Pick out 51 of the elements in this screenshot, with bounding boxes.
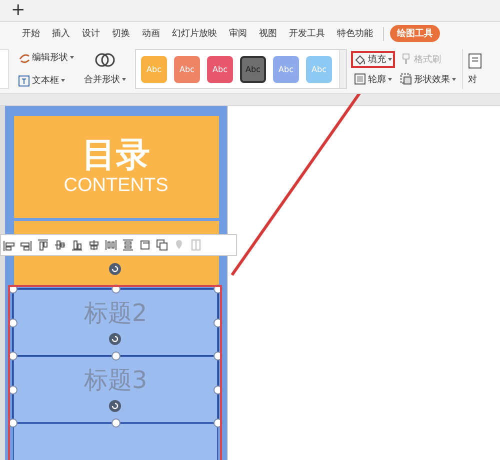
menu-tab[interactable]: 视图: [253, 27, 283, 40]
heading-text: 标题3: [84, 368, 148, 392]
align-right-icon[interactable]: [20, 239, 32, 251]
new-tab-button[interactable]: +: [11, 2, 26, 19]
slide-subtitle: CONTENTS: [64, 174, 168, 197]
caret-icon: [388, 78, 392, 80]
align-icon: [468, 52, 482, 68]
menu-tab[interactable]: 切换: [106, 27, 136, 40]
rotate-handle[interactable]: [109, 333, 121, 345]
brush-icon: [400, 53, 412, 65]
outline-icon: [354, 73, 366, 85]
align-label[interactable]: 对: [468, 72, 477, 86]
distribute-horizontal-icon[interactable]: [105, 239, 117, 251]
menu-tab[interactable]: 开发工具: [283, 27, 331, 40]
edit-shape-icon: [18, 52, 30, 64]
menu-tab[interactable]: 动画: [136, 27, 166, 40]
text-box-icon: [18, 74, 30, 86]
menu-tab[interactable]: 幻灯片放映: [166, 27, 223, 40]
merge-shapes-button[interactable]: 合并形状: [81, 50, 129, 88]
slide-title: 目录: [82, 137, 150, 175]
caret-icon: [452, 78, 456, 80]
align-left-icon[interactable]: [3, 239, 15, 251]
rotate-handle[interactable]: [109, 263, 121, 275]
align-middle-icon[interactable]: [54, 239, 66, 251]
arrange-icon[interactable]: [156, 239, 168, 251]
rotate-handle[interactable]: [109, 400, 121, 412]
group-icon[interactable]: [139, 239, 151, 251]
menu-tab[interactable]: 特色功能: [331, 27, 379, 40]
format-button[interactable]: 轮廓: [351, 70, 395, 88]
menu-tab[interactable]: 审阅: [223, 27, 253, 40]
align-top-icon[interactable]: [37, 239, 49, 251]
tool-button[interactable]: 编辑形状: [15, 49, 77, 66]
paint-bucket-icon: [354, 53, 366, 65]
caret-icon: [61, 79, 65, 82]
circles-icon: [94, 50, 116, 68]
caret-icon: [388, 58, 392, 60]
menu-tab[interactable]: 设计: [76, 27, 106, 40]
shape-effect-icon: [400, 73, 412, 85]
distribute-vertical-icon[interactable]: [122, 239, 134, 251]
scroll-bar[interactable]: [0, 49, 9, 89]
menu-tab[interactable]: 开始: [16, 27, 46, 40]
tool-button[interactable]: 文本框: [15, 72, 77, 89]
align-bottom-icon[interactable]: [71, 239, 83, 251]
menu-tab[interactable]: 插入: [46, 27, 76, 40]
heading-text: 标题2: [84, 300, 148, 324]
align-center-icon[interactable]: [88, 239, 100, 251]
format-button[interactable]: 填充: [351, 50, 395, 68]
style-swatch[interactable]: Abc: [207, 56, 233, 82]
format-button[interactable]: 形状效果: [397, 70, 459, 88]
caret-icon: [70, 56, 74, 59]
caret-icon: [122, 78, 126, 80]
